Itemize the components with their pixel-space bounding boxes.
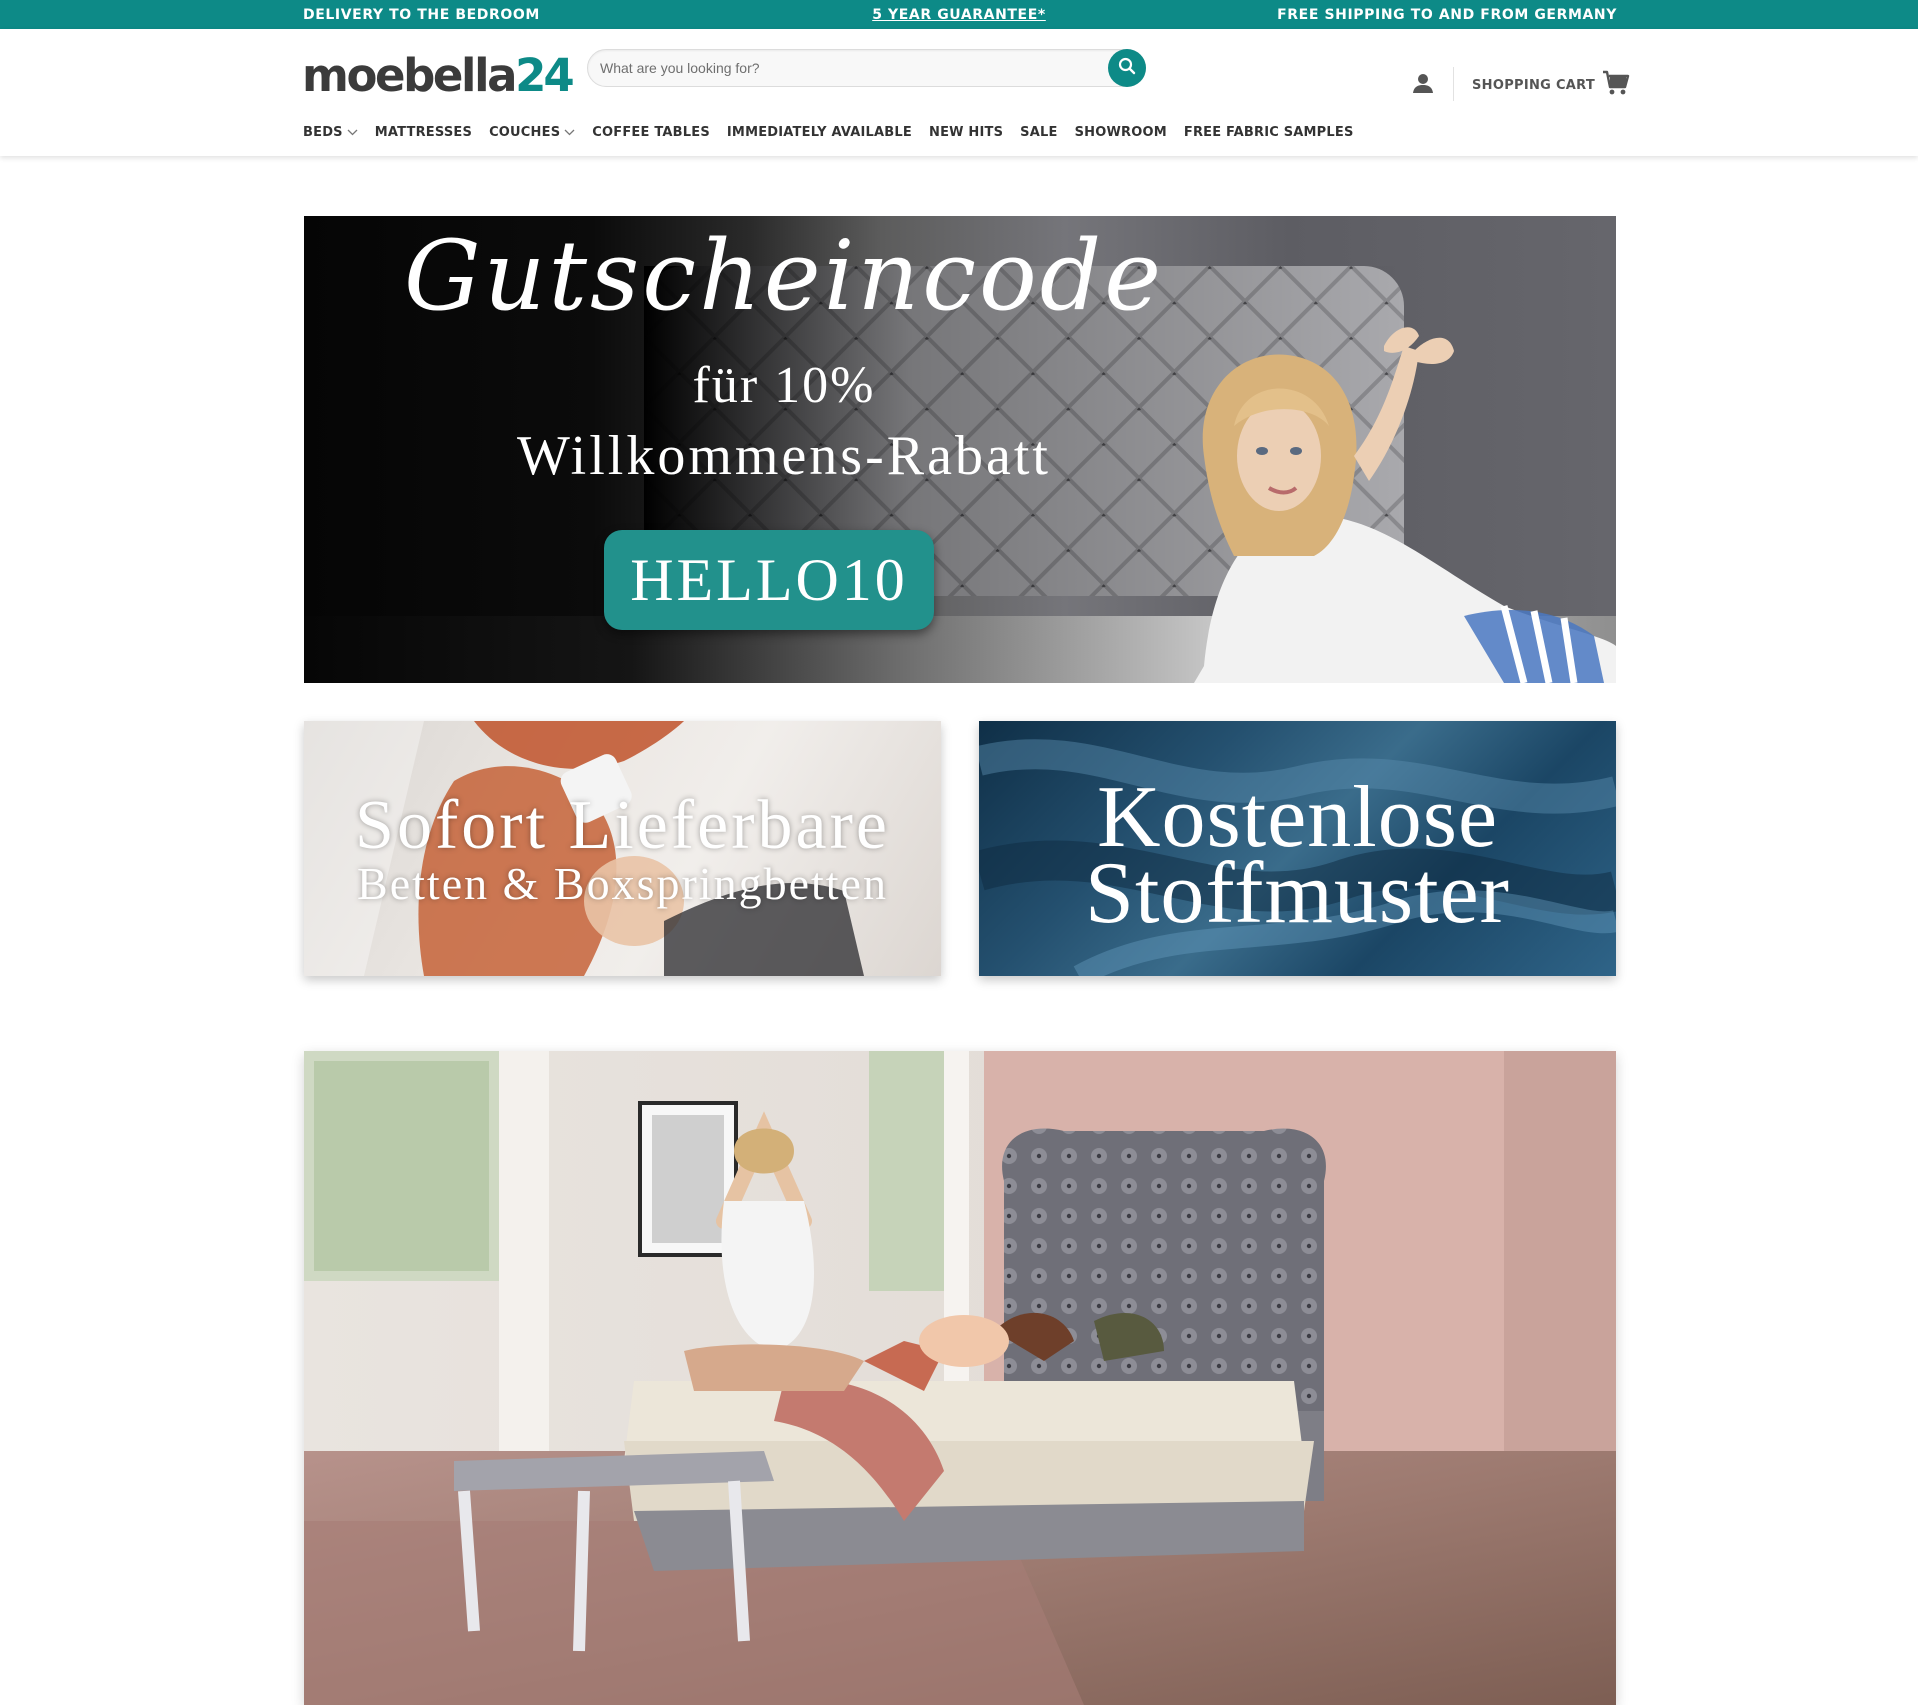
- nav-item-free-fabric-samples[interactable]: FREE FABRIC SAMPLES: [1184, 125, 1354, 140]
- nav-item-showroom[interactable]: SHOWROOM: [1075, 125, 1167, 140]
- nav-item-label: IMMEDIATELY AVAILABLE: [726, 124, 912, 140]
- nav-item-coffee-tables[interactable]: COFFEE TABLES: [592, 125, 710, 140]
- promo-left-subtitle: Betten & Boxspringbetten: [357, 858, 888, 909]
- nav-item-new-hits[interactable]: NEW HITS: [929, 125, 1003, 140]
- promo-left-title: Sofort Lieferbare: [355, 787, 890, 864]
- nav-item-label: BEDS: [303, 124, 343, 140]
- cart-label: SHOPPING CART: [1472, 77, 1596, 93]
- chevron-down-icon: [347, 125, 358, 140]
- header-divider: [1453, 67, 1454, 101]
- nav-item-label: COUCHES: [489, 124, 561, 140]
- cart-icon: [1602, 70, 1630, 101]
- voucher-code-badge: HELLO10: [604, 530, 934, 630]
- promo-immediately-available[interactable]: Sofort Lieferbare Betten & Boxspringbett…: [304, 721, 941, 976]
- search-bar: [587, 49, 1146, 87]
- promo-free-fabric-samples[interactable]: Kostenlose Stoffmuster: [979, 721, 1616, 976]
- shopping-cart-button[interactable]: SHOPPING CART: [1472, 70, 1630, 101]
- nav-item-label: COFFEE TABLES: [592, 124, 710, 140]
- search-input[interactable]: [588, 50, 1088, 86]
- nav-item-label: NEW HITS: [928, 124, 1004, 140]
- nav-item-label: MATTRESSES: [374, 124, 473, 140]
- site-header: moebella24 SHOPPING CART BEDS MATTRESSES…: [0, 29, 1918, 156]
- nav-item-label: FREE FABRIC SAMPLES: [1183, 124, 1354, 140]
- hero-title: Gutscheincode: [403, 220, 1165, 332]
- guarantee-link[interactable]: 5 YEAR GUARANTEE*: [0, 7, 1918, 23]
- nav-item-mattresses[interactable]: MATTRESSES: [375, 125, 472, 140]
- voucher-hero-banner[interactable]: Gutscheincode für 10% Willkommens-Rabatt…: [304, 216, 1616, 683]
- nav-item-immediately-available[interactable]: IMMEDIATELY AVAILABLE: [727, 125, 912, 140]
- nav-item-beds[interactable]: BEDS: [303, 125, 358, 140]
- logo-wordmark: moebella: [302, 49, 517, 102]
- free-shipping-notice: FREE SHIPPING TO AND FROM GERMANY: [1277, 7, 1617, 23]
- user-icon: [1411, 74, 1435, 99]
- top-announcement-bar: DELIVERY TO THE BEDROOM 5 YEAR GUARANTEE…: [0, 0, 1918, 29]
- bedroom-showcase-banner[interactable]: [304, 1051, 1616, 1705]
- account-button[interactable]: [1411, 71, 1435, 99]
- search-icon: [1118, 57, 1136, 80]
- search-button[interactable]: [1108, 49, 1146, 87]
- main-navigation: BEDS MATTRESSES COUCHES COFFEE TABLES IM…: [303, 122, 1371, 142]
- nav-item-label: SALE: [1020, 124, 1058, 140]
- hero-subtitle: für 10%: [692, 357, 876, 414]
- chevron-down-icon: [564, 125, 575, 140]
- boxspring-bed-room-image: [304, 1051, 1616, 1705]
- promo-right-subtitle: Stoffmuster: [1085, 845, 1510, 942]
- logo[interactable]: moebella24: [302, 49, 575, 102]
- nav-item-sale[interactable]: SALE: [1020, 125, 1057, 140]
- nav-item-label: SHOWROOM: [1074, 124, 1167, 140]
- logo-number: 24: [515, 49, 575, 102]
- nav-item-couches[interactable]: COUCHES: [489, 125, 575, 140]
- hero-discount-text: Willkommens-Rabatt: [517, 425, 1051, 487]
